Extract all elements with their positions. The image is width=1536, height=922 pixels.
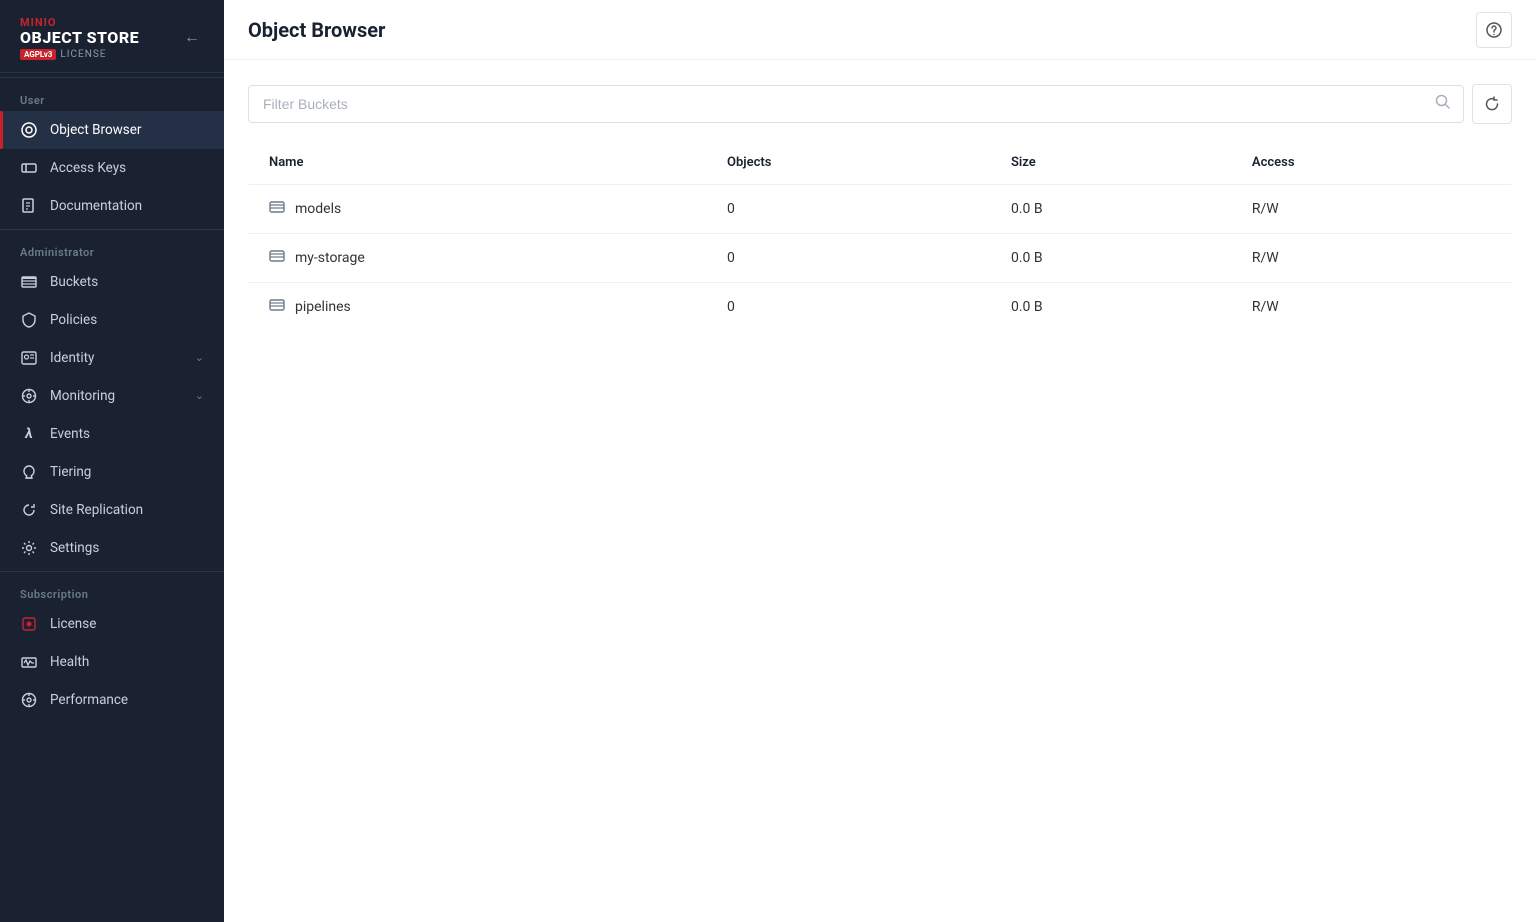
bucket-access: R/W <box>1232 185 1512 234</box>
topbar: Object Browser <box>224 0 1536 60</box>
help-icon <box>1486 22 1502 38</box>
refresh-button[interactable] <box>1472 84 1512 124</box>
subscription-section-label: Subscription <box>0 576 224 605</box>
bucket-objects: 0 <box>707 185 991 234</box>
col-access: Access <box>1232 141 1512 185</box>
site-replication-label: Site Replication <box>50 502 204 518</box>
help-button[interactable] <box>1476 12 1512 48</box>
identity-chevron-icon: ⌄ <box>195 351 204 364</box>
table-header: Name Objects Size Access <box>249 141 1512 185</box>
bucket-access: R/W <box>1232 234 1512 283</box>
table-row[interactable]: pipelines 00.0 BR/W <box>249 283 1512 332</box>
page-title: Object Browser <box>248 18 385 42</box>
license-area: AGPLv3 LICENSE <box>20 49 139 60</box>
col-objects: Objects <box>707 141 991 185</box>
health-icon <box>20 653 38 671</box>
identity-icon <box>20 349 38 367</box>
bucket-name-cell: models <box>249 185 707 234</box>
sidebar-item-buckets[interactable]: Buckets <box>0 263 224 301</box>
sidebar-item-health[interactable]: Health <box>0 643 224 681</box>
filter-buckets-input[interactable] <box>249 86 1463 122</box>
bucket-name: models <box>295 201 341 217</box>
product-name: OBJECT STORE <box>20 29 139 47</box>
divider-3 <box>0 571 224 572</box>
col-name: Name <box>249 141 707 185</box>
collapse-sidebar-button[interactable]: ← <box>180 25 204 51</box>
identity-label: Identity <box>50 350 183 366</box>
bucket-icon <box>269 199 285 219</box>
documentation-icon <box>20 197 38 215</box>
documentation-label: Documentation <box>50 198 204 214</box>
settings-label: Settings <box>50 540 204 556</box>
performance-label: Performance <box>50 692 204 708</box>
bucket-name: my-storage <box>295 250 365 266</box>
divider-2 <box>0 229 224 230</box>
bucket-size: 0.0 B <box>991 283 1232 332</box>
agpl-badge: AGPLv3 <box>20 49 56 60</box>
policies-label: Policies <box>50 312 204 328</box>
sidebar-item-monitoring[interactable]: Monitoring ⌄ <box>0 377 224 415</box>
bucket-name-cell: my-storage <box>249 234 707 283</box>
bucket-name: pipelines <box>295 299 351 315</box>
sidebar-item-performance[interactable]: Performance <box>0 681 224 719</box>
buckets-icon <box>20 273 38 291</box>
bucket-access: R/W <box>1232 283 1512 332</box>
tiering-icon <box>20 463 38 481</box>
sidebar-item-policies[interactable]: Policies <box>0 301 224 339</box>
performance-icon <box>20 691 38 709</box>
license-label: LICENSE <box>60 49 106 60</box>
user-section-label: User <box>0 82 224 111</box>
bucket-icon <box>269 248 285 268</box>
table-row[interactable]: models 00.0 BR/W <box>249 185 1512 234</box>
content-area: Name Objects Size Access models 00.0 BR/ <box>224 60 1536 922</box>
admin-section-label: Administrator <box>0 234 224 263</box>
license-label: License <box>50 616 204 632</box>
sidebar-item-settings[interactable]: Settings <box>0 529 224 567</box>
logo: MINIO OBJECT STORE AGPLv3 LICENSE <box>20 16 139 60</box>
sidebar-item-events[interactable]: λ Events <box>0 415 224 453</box>
events-icon: λ <box>20 425 38 443</box>
sidebar-item-object-browser[interactable]: Object Browser <box>0 111 224 149</box>
bucket-objects: 0 <box>707 283 991 332</box>
filter-input-wrapper <box>248 85 1464 123</box>
object-browser-label: Object Browser <box>50 122 204 138</box>
bucket-icon <box>269 297 285 317</box>
sidebar-item-site-replication[interactable]: Site Replication <box>0 491 224 529</box>
bucket-size: 0.0 B <box>991 185 1232 234</box>
monitoring-label: Monitoring <box>50 388 183 404</box>
bucket-name-cell: pipelines <box>249 283 707 332</box>
search-icon <box>1435 94 1451 114</box>
monitoring-icon <box>20 387 38 405</box>
bucket-size: 0.0 B <box>991 234 1232 283</box>
sidebar-item-tiering[interactable]: Tiering <box>0 453 224 491</box>
col-size: Size <box>991 141 1232 185</box>
health-label: Health <box>50 654 204 670</box>
logo-area: MINIO OBJECT STORE AGPLv3 LICENSE ← <box>0 0 224 73</box>
sidebar-item-identity[interactable]: Identity ⌄ <box>0 339 224 377</box>
filter-bar <box>248 84 1512 124</box>
table-row[interactable]: my-storage 00.0 BR/W <box>249 234 1512 283</box>
events-label: Events <box>50 426 204 442</box>
refresh-icon <box>1484 96 1500 112</box>
object-browser-icon <box>20 121 38 139</box>
license-icon <box>20 615 38 633</box>
settings-icon <box>20 539 38 557</box>
sidebar-item-license[interactable]: License <box>0 605 224 643</box>
access-keys-icon <box>20 159 38 177</box>
tiering-label: Tiering <box>50 464 204 480</box>
divider-1 <box>0 77 224 78</box>
monitoring-chevron-icon: ⌄ <box>195 389 204 402</box>
bucket-objects: 0 <box>707 234 991 283</box>
buckets-label: Buckets <box>50 274 204 290</box>
policies-icon <box>20 311 38 329</box>
table-body: models 00.0 BR/W my-storage 00.0 BR/W <box>249 185 1512 332</box>
sidebar-item-documentation[interactable]: Documentation <box>0 187 224 225</box>
main-content: Object Browser <box>224 0 1536 922</box>
sidebar-item-access-keys[interactable]: Access Keys <box>0 149 224 187</box>
buckets-table: Name Objects Size Access models 00.0 BR/ <box>248 140 1512 332</box>
access-keys-label: Access Keys <box>50 160 204 176</box>
sidebar: MINIO OBJECT STORE AGPLv3 LICENSE ← User… <box>0 0 224 922</box>
site-replication-icon <box>20 501 38 519</box>
